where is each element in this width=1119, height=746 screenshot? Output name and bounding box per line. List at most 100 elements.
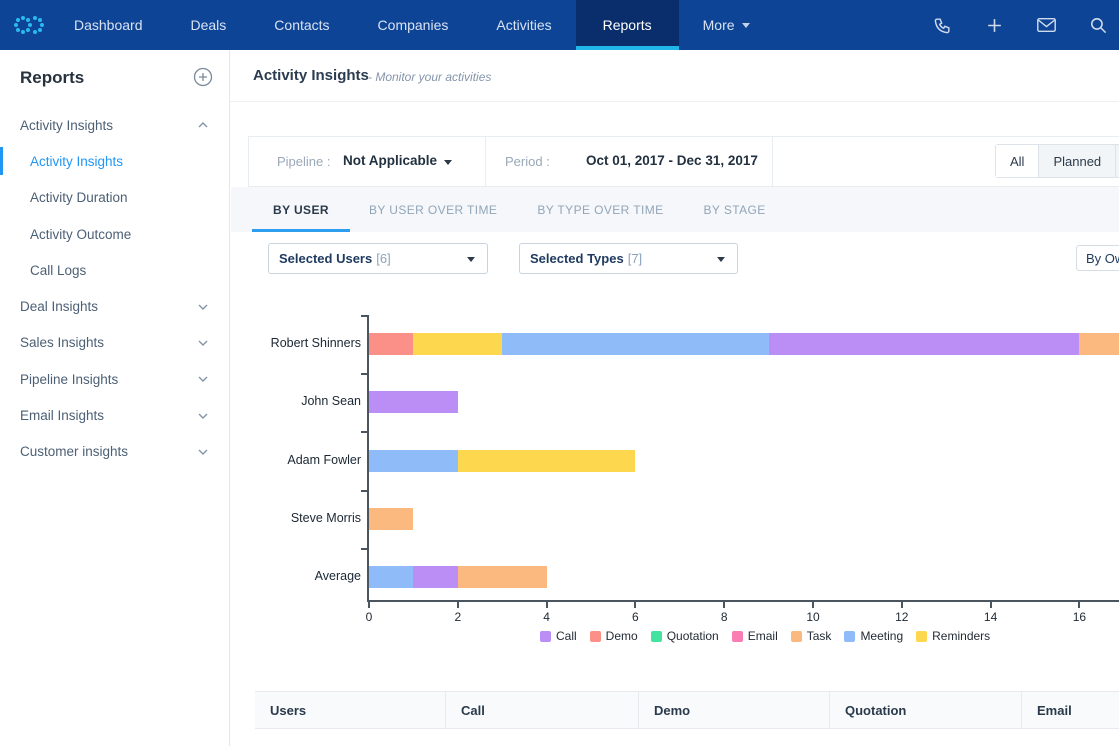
sidebar-item-activity-insights[interactable]: Activity Insights [0,143,230,179]
nav-item-reports[interactable]: Reports [576,0,679,50]
y-axis-tick [361,315,367,317]
tab-by-stage[interactable]: BY STAGE [704,187,766,232]
x-tick-label: 4 [527,610,567,624]
nav-item-label: Activities [496,17,551,33]
y-axis-tick [361,431,367,433]
by-owner-button[interactable]: By Owner [1076,245,1119,271]
phone-icon[interactable] [933,16,952,35]
nav-item-dashboard[interactable]: Dashboard [50,0,167,50]
x-tick-label: 0 [349,610,389,624]
selected-types-dropdown[interactable]: Selected Types [7] [519,243,738,274]
x-axis-tick [990,602,992,608]
sidebar-item-label: Activity Insights [30,154,123,169]
legend-swatch-icon [590,631,601,642]
sidebar-item-email-insights[interactable]: Email Insights [0,397,230,433]
selected-users-label: Selected Users [279,251,372,266]
nav-item-contacts[interactable]: Contacts [250,0,353,50]
sidebar-item-label: Call Logs [30,263,86,278]
nav-menu: Dashboard Deals Contacts Companies Activitie… [50,0,774,50]
x-axis [367,600,1119,602]
bar-segment-call [413,566,457,588]
x-tick-label: 16 [1059,610,1099,624]
bar-segment-meeting [369,566,413,588]
nav-item-more[interactable]: More [679,0,774,50]
category-label: Steve Morris [230,511,361,525]
sidebar-item-pipeline-insights[interactable]: Pipeline Insights [0,361,230,397]
bar-robert-shinners [369,333,1119,355]
chevron-down-icon [198,448,208,455]
bar-segment-task [369,508,413,530]
nav-item-label: More [703,17,735,33]
legend-label: Demo [606,629,638,643]
bar-steve-morris [369,508,413,530]
bar-segment-meeting [369,450,458,472]
selected-users-dropdown[interactable]: Selected Users [6] [268,243,488,274]
sidebar-item-activity-insights[interactable]: Activity Insights [0,107,230,143]
chart-legend: CallDemoQuotationEmailTaskMeetingReminde… [540,629,990,643]
sidebar-item-label: Email Insights [20,408,104,423]
sidebar-item-deal-insights[interactable]: Deal Insights [0,288,230,324]
legend-swatch-icon [844,631,855,642]
tab-by-type-over-time[interactable]: BY TYPE OVER TIME [537,187,663,232]
chevron-down-icon [742,23,750,28]
sidebar-header: Reports [0,64,230,98]
legend-item-quotation: Quotation [651,629,719,643]
x-axis-tick [546,602,548,608]
tab-by-user-over-time[interactable]: BY USER OVER TIME [369,187,497,232]
plus-circle-icon[interactable] [193,67,213,87]
page-subtitle: - Monitor your activities [368,70,491,84]
category-label: Average [230,569,361,583]
legend-swatch-icon [732,631,743,642]
sidebar-item-label: Activity Insights [20,118,113,133]
bar-average [369,566,547,588]
legend-item-reminders: Reminders [916,629,990,643]
table-header-call: Call [446,692,639,728]
chevron-down-icon[interactable] [444,160,452,165]
category-label: John Sean [230,394,361,408]
chevron-down-icon [198,303,208,310]
tab-by-user[interactable]: BY USER [273,187,329,232]
nav-item-label: Deals [191,17,227,33]
pipeline-value[interactable]: Not Applicable [343,153,437,168]
sidebar-item-activity-outcome[interactable]: Activity Outcome [0,216,230,252]
search-icon[interactable] [1089,16,1108,35]
segment-all[interactable]: All [996,145,1039,177]
sidebar-item-sales-insights[interactable]: Sales Insights [0,325,230,361]
legend-label: Email [748,629,778,643]
x-axis-tick [457,602,459,608]
period-value[interactable]: Oct 01, 2017 - Dec 31, 2017 [586,153,758,168]
nav-item-label: Reports [603,17,652,33]
app-logo-icon[interactable] [8,0,50,50]
mail-icon[interactable] [1037,16,1056,35]
table-header-demo: Demo [639,692,830,728]
table-header-email: Email [1022,692,1119,728]
activity-table-header: UsersCallDemoQuotationEmail [255,691,1119,729]
x-axis-tick [368,602,370,608]
chevron-up-icon [198,122,208,129]
bar-segment-task [1079,333,1119,355]
status-segmented-control: AllPlannedCompleted [995,144,1119,178]
bar-john-sean [369,391,458,413]
topnav-icons [933,0,1113,50]
nav-item-companies[interactable]: Companies [354,0,473,50]
sidebar-item-call-logs[interactable]: Call Logs [0,252,230,288]
sidebar-item-label: Deal Insights [20,299,98,314]
sidebar-item-customer-insights[interactable]: Customer insights [0,434,230,470]
nav-item-deals[interactable]: Deals [167,0,251,50]
legend-item-task: Task [791,629,832,643]
plus-icon[interactable] [985,16,1004,35]
nav-item-activities[interactable]: Activities [472,0,575,50]
divider [485,137,486,186]
table-header-quotation: Quotation [830,692,1022,728]
sidebar-item-activity-duration[interactable]: Activity Duration [0,180,230,216]
x-axis-tick [634,602,636,608]
nav-item-label: Contacts [274,17,329,33]
reports-sidebar: Reports Activity Insights Activity Insigh… [0,50,230,746]
filter-bar: Pipeline : Not Applicable Period : Oct 0… [248,136,1119,187]
divider [772,137,773,186]
legend-label: Call [556,629,577,643]
report-tab-bar: BY USER BY USER OVER TIME BY TYPE OVER TIM… [231,187,1119,232]
y-axis [367,315,369,602]
sidebar-item-label: Pipeline Insights [20,372,118,387]
segment-planned[interactable]: Planned [1039,145,1116,177]
